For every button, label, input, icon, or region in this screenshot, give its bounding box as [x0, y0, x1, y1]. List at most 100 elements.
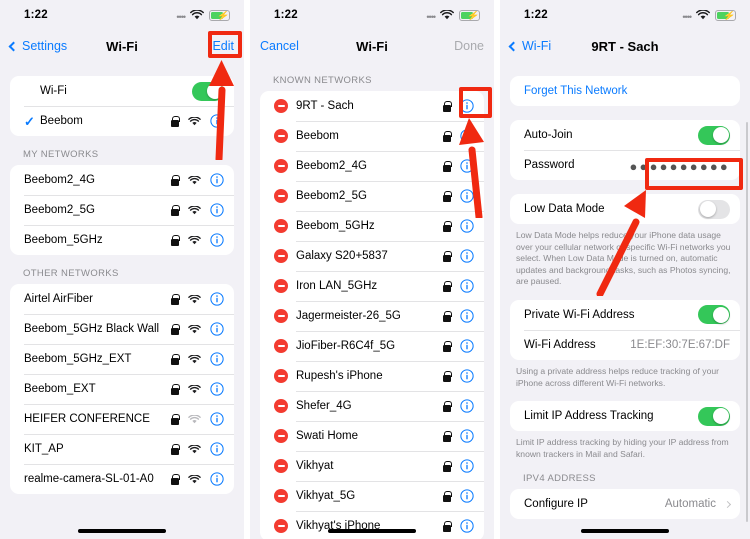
network-row[interactable]: Beebom2_5G [10, 195, 234, 225]
network-row[interactable]: Vikhyat [260, 451, 484, 481]
status-time: 1:22 [524, 9, 548, 21]
info-button[interactable] [460, 219, 474, 233]
scrollbar[interactable] [745, 122, 748, 522]
info-button[interactable] [460, 399, 474, 413]
info-button[interactable] [210, 382, 224, 396]
info-button[interactable] [460, 519, 474, 533]
network-row[interactable]: KIT_AP [10, 434, 234, 464]
network-row[interactable]: Beebom_5GHz [10, 225, 234, 255]
network-name: Iron LAN_5GHz [296, 280, 378, 292]
remove-network-button[interactable] [274, 399, 288, 413]
auto-join-row[interactable]: Auto-Join [510, 120, 740, 150]
back-to-wifi-button[interactable]: Wi-Fi [508, 39, 551, 53]
remove-network-button[interactable] [274, 249, 288, 263]
info-button[interactable] [210, 233, 224, 247]
info-button[interactable] [210, 472, 224, 486]
info-button[interactable] [210, 173, 224, 187]
network-row[interactable]: Beebom2_4G [10, 165, 234, 195]
network-row[interactable]: Iron LAN_5GHz [260, 271, 484, 301]
network-name: Beebom2_5G [296, 190, 367, 202]
network-row[interactable]: Shefer_4G [260, 391, 484, 421]
network-name: Vikhyat_5G [296, 490, 356, 502]
panel2-scroll[interactable]: KNOWN NETWORKS 9RT - Sach Beebom Beebom2_4… [250, 62, 494, 539]
remove-network-button[interactable] [274, 429, 288, 443]
low-data-mode-row[interactable]: Low Data Mode [510, 194, 740, 224]
private-wifi-address-row[interactable]: Private Wi-Fi Address [510, 300, 740, 330]
network-row[interactable]: Galaxy S20+5837 [260, 241, 484, 271]
remove-network-button[interactable] [274, 279, 288, 293]
private-wifi-toggle[interactable] [698, 305, 730, 325]
network-row[interactable]: Beebom2_5G [260, 181, 484, 211]
info-button[interactable] [460, 99, 474, 113]
remove-network-button[interactable] [274, 99, 288, 113]
limit-ip-tracking-row[interactable]: Limit IP Address Tracking [510, 401, 740, 431]
password-row[interactable]: Password ●●●●●●●●●● [510, 150, 740, 180]
network-row[interactable]: Beebom_EXT [10, 374, 234, 404]
remove-network-button[interactable] [274, 219, 288, 233]
network-row[interactable]: Vikhyat's iPhone [260, 511, 484, 539]
info-button[interactable] [460, 189, 474, 203]
network-row[interactable]: Jagermeister-26_5G [260, 301, 484, 331]
remove-network-button[interactable] [274, 159, 288, 173]
info-button[interactable] [210, 114, 224, 128]
info-button[interactable] [460, 159, 474, 173]
private-wifi-card: Private Wi-Fi Address Wi-Fi Address 1E:E… [510, 299, 740, 360]
info-button[interactable] [460, 459, 474, 473]
wifi-toggle[interactable] [192, 81, 224, 101]
info-button[interactable] [210, 292, 224, 306]
info-button[interactable] [460, 339, 474, 353]
info-button[interactable] [210, 442, 224, 456]
info-button[interactable] [460, 369, 474, 383]
remove-network-button[interactable] [274, 519, 288, 533]
done-button[interactable]: Done [454, 39, 484, 53]
forget-network-row[interactable]: Forget This Network [510, 76, 740, 106]
back-to-settings-button[interactable]: Settings [8, 39, 67, 53]
configure-ip-row[interactable]: Configure IP Automatic [510, 489, 740, 519]
my-networks-header: MY NETWORKS [23, 149, 99, 160]
network-row[interactable]: Beebom_5GHz Black Wall [10, 314, 234, 344]
remove-network-button[interactable] [274, 459, 288, 473]
panel1-scroll[interactable]: ✓ Wi-Fi ✓ Beebom [0, 62, 244, 539]
chevron-right-icon [723, 500, 732, 508]
network-row[interactable]: HEIFER CONFERENCE [10, 404, 234, 434]
remove-network-button[interactable] [274, 129, 288, 143]
edit-button[interactable]: Edit [212, 39, 234, 53]
private-wifi-footnote: Using a private address helps reduce tra… [516, 365, 720, 388]
network-row[interactable]: Beebom [260, 121, 484, 151]
remove-network-button[interactable] [274, 189, 288, 203]
network-row[interactable]: realme-camera-SL-01-A0 [10, 464, 234, 494]
network-row[interactable]: Beebom_5GHz [260, 211, 484, 241]
remove-network-button[interactable] [274, 489, 288, 503]
network-row[interactable]: JioFiber-R6C4f_5G [260, 331, 484, 361]
info-button[interactable] [460, 129, 474, 143]
info-button[interactable] [460, 279, 474, 293]
network-row[interactable]: Airtel AirFiber [10, 284, 234, 314]
remove-network-button[interactable] [274, 369, 288, 383]
info-button[interactable] [210, 203, 224, 217]
limit-ip-toggle[interactable] [698, 406, 730, 426]
cancel-button[interactable]: Cancel [260, 39, 299, 53]
auto-join-label: Auto-Join [524, 129, 573, 141]
panel3-scroll[interactable]: Forget This Network Auto-Join Password ●… [500, 62, 750, 539]
wifi-toggle-row[interactable]: ✓ Wi-Fi [10, 76, 234, 106]
password-input[interactable]: ●●●●●●●●●● [629, 160, 730, 173]
network-row[interactable]: Rupesh's iPhone [260, 361, 484, 391]
info-button[interactable] [460, 489, 474, 503]
lock-icon [171, 443, 180, 455]
info-button[interactable] [460, 429, 474, 443]
info-button[interactable] [460, 249, 474, 263]
remove-network-button[interactable] [274, 339, 288, 353]
network-row[interactable]: Swati Home [260, 421, 484, 451]
info-button[interactable] [210, 352, 224, 366]
network-row[interactable]: 9RT - Sach [260, 91, 484, 121]
remove-network-button[interactable] [274, 309, 288, 323]
auto-join-toggle[interactable] [698, 125, 730, 145]
network-row[interactable]: Vikhyat_5G [260, 481, 484, 511]
network-row[interactable]: Beebom2_4G [260, 151, 484, 181]
info-button[interactable] [210, 412, 224, 426]
network-row[interactable]: Beebom_5GHz_EXT [10, 344, 234, 374]
connected-network-row[interactable]: ✓ Beebom [10, 106, 234, 136]
low-data-mode-toggle[interactable] [698, 199, 730, 219]
info-button[interactable] [460, 309, 474, 323]
info-button[interactable] [210, 322, 224, 336]
